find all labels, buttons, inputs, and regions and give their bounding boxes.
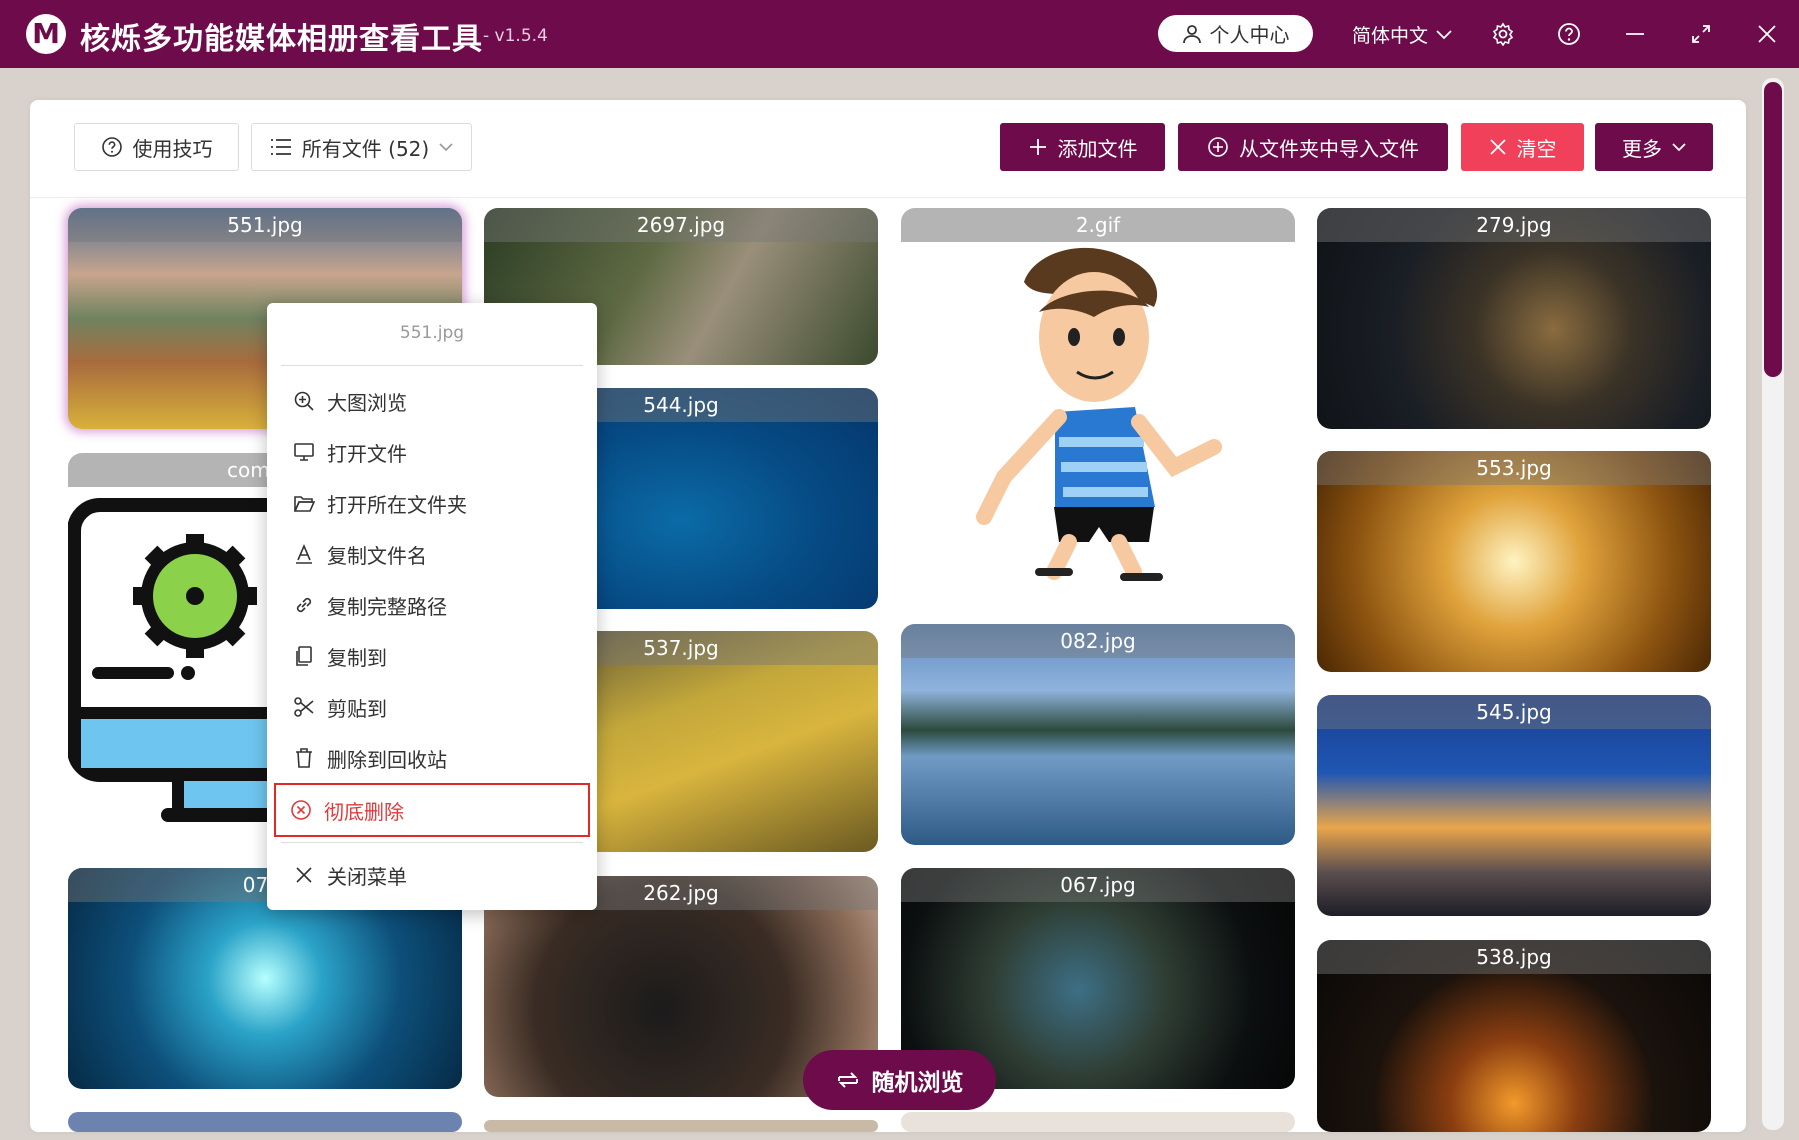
tips-button[interactable]: 使用技巧 [74,123,239,171]
user-center-label: 个人中心 [1209,23,1290,47]
menu-item-preview[interactable]: 大图浏览 [279,378,585,424]
app-logo: M [26,14,66,54]
clear-button[interactable]: 清空 [1461,123,1584,171]
import-folder-label: 从文件夹中导入文件 [1239,136,1419,161]
image-card-279[interactable]: 279.jpg [1317,208,1711,429]
menu-item-delete-permanently[interactable]: 彻底删除 [274,783,590,837]
file-filter-label: 所有文件 (52) [301,136,430,161]
clear-label: 清空 [1516,136,1557,161]
shuffle-icon [837,1072,858,1088]
maximize-button[interactable] [1686,19,1716,49]
image-card-peek[interactable] [68,1112,462,1132]
menu-item-copy-to[interactable]: 复制到 [279,633,585,679]
plus-circle-icon [1208,137,1228,157]
menu-item-label: 删除到回收站 [327,747,447,772]
add-files-button[interactable]: 添加文件 [1000,123,1165,171]
menu-item-label: 彻底删除 [324,799,404,824]
image-filename: 551.jpg [68,208,462,242]
expand-icon [1692,25,1710,43]
title-bar: M 核烁多功能媒体相册查看工具 - v1.5.4 个人中心 简体中文 [0,0,1799,68]
add-files-label: 添加文件 [1057,136,1138,161]
import-folder-button[interactable]: 从文件夹中导入文件 [1178,123,1448,171]
image-card-peek[interactable] [484,1120,878,1132]
app-title: 核烁多功能媒体相册查看工具 [80,22,483,57]
random-browse-button[interactable]: 随机浏览 [803,1050,996,1110]
image-filename: 538.jpg [1317,940,1711,974]
menu-item-recycle[interactable]: 删除到回收站 [279,735,585,781]
menu-item-open-file[interactable]: 打开文件 [279,429,585,475]
image-filename: 2.gif [901,208,1295,242]
menu-item-label: 复制完整路径 [327,594,447,619]
scissors-icon [294,697,314,717]
context-menu: 551.jpg 大图浏览 打开文件 打开所在文件夹 复制文件名 复制完整路径 复… [267,303,597,910]
menu-item-close-menu[interactable]: 关闭菜单 [279,852,585,898]
help-button[interactable] [1554,19,1584,49]
minimize-button[interactable] [1620,19,1650,49]
image-filename: 082.jpg [901,624,1295,658]
random-browse-label: 随机浏览 [871,1070,964,1096]
image-filename: 2697.jpg [484,208,878,242]
help-icon [101,137,122,157]
menu-item-label: 关闭菜单 [327,864,407,889]
image-card-545[interactable]: 545.jpg [1317,695,1711,916]
image-filename: 067.jpg [901,868,1295,902]
menu-item-label: 打开文件 [327,441,407,466]
trash-icon [296,748,312,768]
menu-item-label: 大图浏览 [327,390,407,415]
tips-label: 使用技巧 [132,136,213,161]
menu-item-label: 复制到 [327,645,387,670]
context-menu-title: 551.jpg [399,323,465,343]
file-filter-dropdown[interactable]: 所有文件 (52) [251,123,472,171]
image-card-peek[interactable] [901,1112,1295,1132]
running-boy-illustration [976,247,1222,581]
menu-item-label: 复制文件名 [327,543,427,568]
image-card-553[interactable]: 553.jpg [1317,451,1711,672]
menu-item-label: 剪贴到 [327,696,387,721]
menu-item-label: 打开所在文件夹 [327,492,467,517]
scrollbar-thumb[interactable] [1764,82,1782,377]
menu-divider [281,842,583,843]
language-label: 简体中文 [1352,25,1429,47]
settings-button[interactable] [1488,19,1518,49]
minimize-icon [1626,33,1644,35]
list-icon [270,139,291,155]
image-card-2gif[interactable]: 2.gif [901,208,1295,619]
close-icon [1489,139,1506,155]
chevron-down-icon [1436,29,1452,39]
menu-item-cut-to[interactable]: 剪贴到 [279,684,585,730]
text-a-icon [296,543,312,564]
plus-icon [1029,139,1046,155]
help-icon [1558,23,1580,45]
chevron-down-icon [439,142,453,151]
folder-open-icon [293,496,315,512]
image-filename: 279.jpg [1317,208,1711,242]
zoom-in-icon [294,391,314,411]
menu-item-copy-path[interactable]: 复制完整路径 [279,582,585,628]
menu-divider [281,365,583,366]
link-icon [296,597,312,613]
user-center-button[interactable]: 个人中心 [1158,15,1313,52]
image-filename: 545.jpg [1317,695,1711,729]
copy-icon [296,646,312,666]
language-select[interactable]: 简体中文 [1352,21,1452,48]
gear-icon [1492,22,1514,46]
image-card-538[interactable]: 538.jpg [1317,940,1711,1132]
chevron-down-icon [1672,142,1686,151]
menu-item-open-folder[interactable]: 打开所在文件夹 [279,480,585,526]
menu-item-copy-filename[interactable]: 复制文件名 [279,531,585,577]
close-circle-icon [291,800,311,820]
image-card-082[interactable]: 082.jpg [901,624,1295,845]
app-version: - v1.5.4 [483,26,548,46]
user-icon [1182,24,1201,43]
close-icon [296,867,312,883]
close-icon [1758,25,1776,43]
more-label: 更多 [1622,136,1662,161]
close-window-button[interactable] [1752,19,1782,49]
more-dropdown[interactable]: 更多 [1595,123,1713,171]
monitor-icon [294,443,314,461]
toolbar: 使用技巧 所有文件 (52) 添加文件 从文件夹中导入文件 清空 更多 [30,100,1746,198]
image-filename: 553.jpg [1317,451,1711,485]
